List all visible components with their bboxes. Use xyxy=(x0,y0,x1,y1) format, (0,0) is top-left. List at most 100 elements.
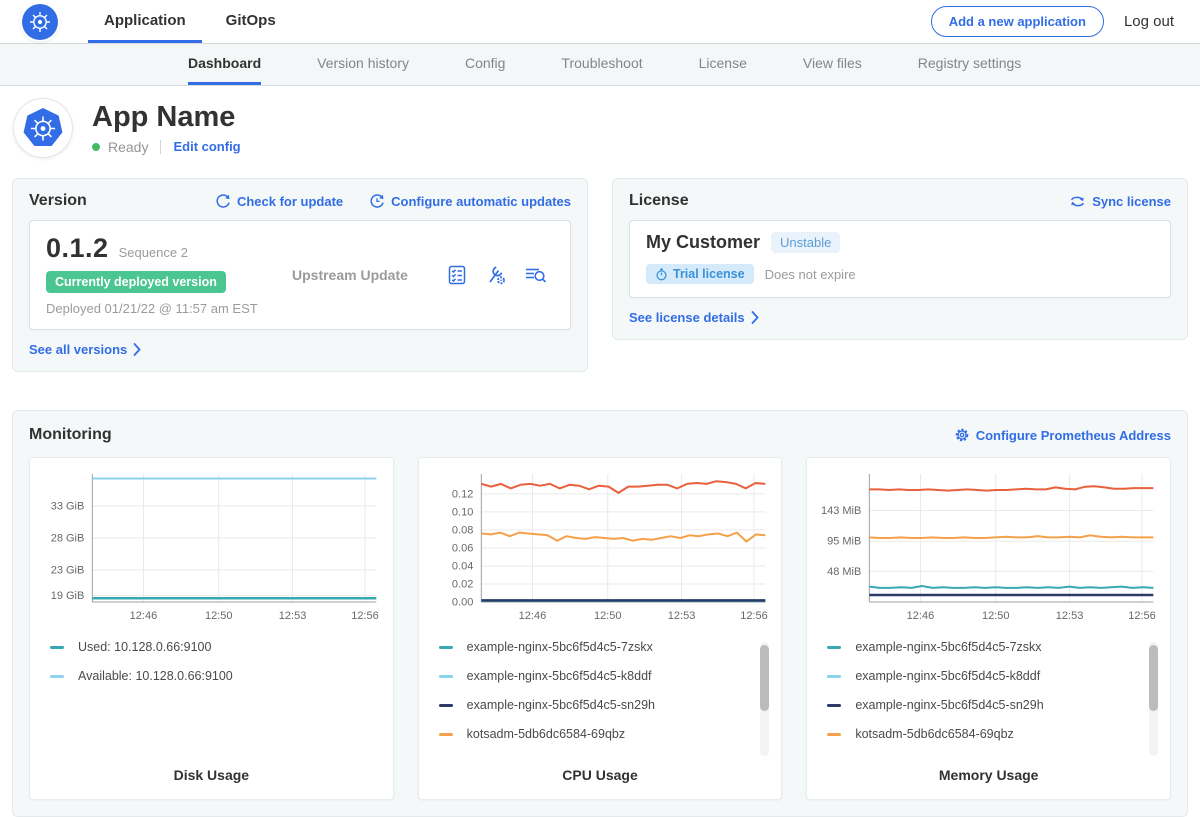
customer-name: My Customer xyxy=(646,232,760,253)
memory-usage-chart: 48 MiB95 MiB143 MiB12:4612:5012:5312:56 xyxy=(815,468,1162,628)
legend-label: example-nginx-5bc6f5d4c5-sn29h xyxy=(855,698,1043,712)
trial-license-badge: Trial license xyxy=(646,264,754,284)
subnav-config[interactable]: Config xyxy=(465,44,505,85)
app-sub-nav: Dashboard Version history Config Trouble… xyxy=(0,44,1200,86)
legend-color-dash-icon xyxy=(439,675,453,678)
subnav-registry-settings[interactable]: Registry settings xyxy=(918,44,1021,85)
view-logs-icon[interactable] xyxy=(524,264,548,286)
legend-item: example-nginx-5bc6f5d4c5-sn29h xyxy=(827,698,1140,712)
app-kubernetes-avatar-icon xyxy=(14,99,72,157)
configure-automatic-updates-link[interactable]: Configure automatic updates xyxy=(369,193,571,209)
svg-text:12:56: 12:56 xyxy=(1129,610,1157,622)
cpu-usage-chart-title: CPU Usage xyxy=(419,767,782,783)
legend-color-dash-icon xyxy=(827,675,841,678)
legend-color-dash-icon xyxy=(827,733,841,736)
refresh-icon xyxy=(215,193,231,209)
edit-config-link[interactable]: Edit config xyxy=(173,139,240,154)
top-nav-tabs: Application GitOps xyxy=(88,0,292,43)
svg-text:0.02: 0.02 xyxy=(452,578,473,590)
svg-text:12:50: 12:50 xyxy=(205,610,233,622)
chevron-right-icon xyxy=(133,343,141,356)
legend-label: example-nginx-5bc6f5d4c5-7zskx xyxy=(467,640,653,654)
memory-usage-chart-title: Memory Usage xyxy=(807,767,1170,783)
page-title: App Name xyxy=(92,102,241,132)
legend-item: kotsadm-5db6dc6584-69qbz xyxy=(827,727,1140,741)
svg-text:33 GiB: 33 GiB xyxy=(51,501,85,513)
svg-text:48 MiB: 48 MiB xyxy=(827,566,861,578)
svg-text:12:46: 12:46 xyxy=(130,610,158,622)
legend-item: example-nginx-5bc6f5d4c5-sn29h xyxy=(439,698,752,712)
legend-color-dash-icon xyxy=(439,704,453,707)
legend-scrollbar-thumb[interactable] xyxy=(1149,645,1158,711)
sequence-label: Sequence 2 xyxy=(119,245,188,260)
license-card: License Sync license My C xyxy=(612,178,1188,340)
configure-prometheus-link[interactable]: Configure Prometheus Address xyxy=(954,427,1171,443)
legend-scrollbar xyxy=(1149,642,1158,756)
memory-usage-legend: example-nginx-5bc6f5d4c5-7zskx example-ng… xyxy=(827,640,1162,760)
legend-label: Available: 10.128.0.66:9100 xyxy=(78,669,233,683)
svg-text:12:56: 12:56 xyxy=(351,610,379,622)
status-text: Ready xyxy=(108,139,148,155)
legend-item: example-nginx-5bc6f5d4c5-7zskx xyxy=(439,640,752,654)
sync-license-link[interactable]: Sync license xyxy=(1069,194,1171,209)
svg-text:12:53: 12:53 xyxy=(667,610,695,622)
legend-color-dash-icon xyxy=(827,646,841,649)
cpu-usage-chart-card: 0.000.020.040.060.080.100.1212:4612:5012… xyxy=(418,457,783,800)
legend-item: example-nginx-5bc6f5d4c5-7zskx xyxy=(827,640,1140,654)
legend-color-dash-icon xyxy=(50,646,64,649)
trial-license-label: Trial license xyxy=(673,267,745,281)
config-wrench-icon[interactable] xyxy=(485,264,507,286)
tab-application[interactable]: Application xyxy=(88,0,202,43)
svg-text:12:50: 12:50 xyxy=(982,610,1010,622)
tab-gitops[interactable]: GitOps xyxy=(210,0,292,43)
memory-usage-chart-card: 48 MiB95 MiB143 MiB12:4612:5012:5312:56 … xyxy=(806,457,1171,800)
see-license-details-label: See license details xyxy=(629,310,745,325)
currently-deployed-badge: Currently deployed version xyxy=(46,271,226,293)
deployed-timestamp: Deployed 01/21/22 @ 11:57 am EST xyxy=(46,301,284,316)
svg-text:0.08: 0.08 xyxy=(452,524,473,536)
see-license-details-link[interactable]: See license details xyxy=(629,310,1171,325)
svg-text:12:46: 12:46 xyxy=(907,610,935,622)
see-all-versions-link[interactable]: See all versions xyxy=(29,342,571,357)
status-ready-dot-icon xyxy=(92,143,100,151)
disk-usage-chart-title: Disk Usage xyxy=(30,767,393,783)
legend-scrollbar xyxy=(760,642,769,756)
license-expiry-text: Does not expire xyxy=(765,267,856,282)
legend-color-dash-icon xyxy=(50,675,64,678)
legend-label: Used: 10.128.0.66:9100 xyxy=(78,640,211,654)
legend-label: example-nginx-5bc6f5d4c5-7zskx xyxy=(855,640,1041,654)
legend-item: Used: 10.128.0.66:9100 xyxy=(50,640,363,654)
legend-color-dash-icon xyxy=(439,733,453,736)
legend-label: kotsadm-5db6dc6584-69qbz xyxy=(855,727,1013,741)
logout-link[interactable]: Log out xyxy=(1124,13,1174,30)
sync-arrows-icon xyxy=(1069,194,1086,209)
version-source-label: Upstream Update xyxy=(292,267,408,283)
legend-item: example-nginx-5bc6f5d4c5-k8ddf xyxy=(439,669,752,683)
svg-text:12:53: 12:53 xyxy=(1056,610,1084,622)
legend-label: kotsadm-5db6dc6584-69qbz xyxy=(467,727,625,741)
subnav-dashboard[interactable]: Dashboard xyxy=(188,44,261,85)
check-for-update-label: Check for update xyxy=(237,194,343,209)
check-for-update-link[interactable]: Check for update xyxy=(215,193,343,209)
legend-item: example-nginx-5bc6f5d4c5-k8ddf xyxy=(827,669,1140,683)
legend-scrollbar-thumb[interactable] xyxy=(760,645,769,711)
release-notes-icon[interactable] xyxy=(446,264,468,286)
see-all-versions-label: See all versions xyxy=(29,342,127,357)
channel-badge: Unstable xyxy=(771,232,840,253)
app-header: App Name Ready Edit config xyxy=(0,86,1200,170)
subnav-troubleshoot[interactable]: Troubleshoot xyxy=(561,44,642,85)
svg-text:28 GiB: 28 GiB xyxy=(51,533,85,545)
disk-usage-chart: 19 GiB23 GiB28 GiB33 GiB12:4612:5012:531… xyxy=(38,468,385,628)
add-application-button[interactable]: Add a new application xyxy=(931,6,1104,37)
subnav-license[interactable]: License xyxy=(699,44,747,85)
subnav-version-history[interactable]: Version history xyxy=(317,44,409,85)
license-card-title: License xyxy=(629,192,689,210)
svg-text:95 MiB: 95 MiB xyxy=(827,536,861,548)
disk-usage-chart-card: 19 GiB23 GiB28 GiB33 GiB12:4612:5012:531… xyxy=(29,457,394,800)
subnav-view-files[interactable]: View files xyxy=(803,44,862,85)
svg-text:12:50: 12:50 xyxy=(594,610,622,622)
svg-text:0.00: 0.00 xyxy=(452,597,473,609)
disk-usage-legend: Used: 10.128.0.66:9100 Available: 10.128.… xyxy=(50,640,385,760)
svg-text:0.04: 0.04 xyxy=(452,560,473,572)
stopwatch-icon xyxy=(655,268,668,281)
